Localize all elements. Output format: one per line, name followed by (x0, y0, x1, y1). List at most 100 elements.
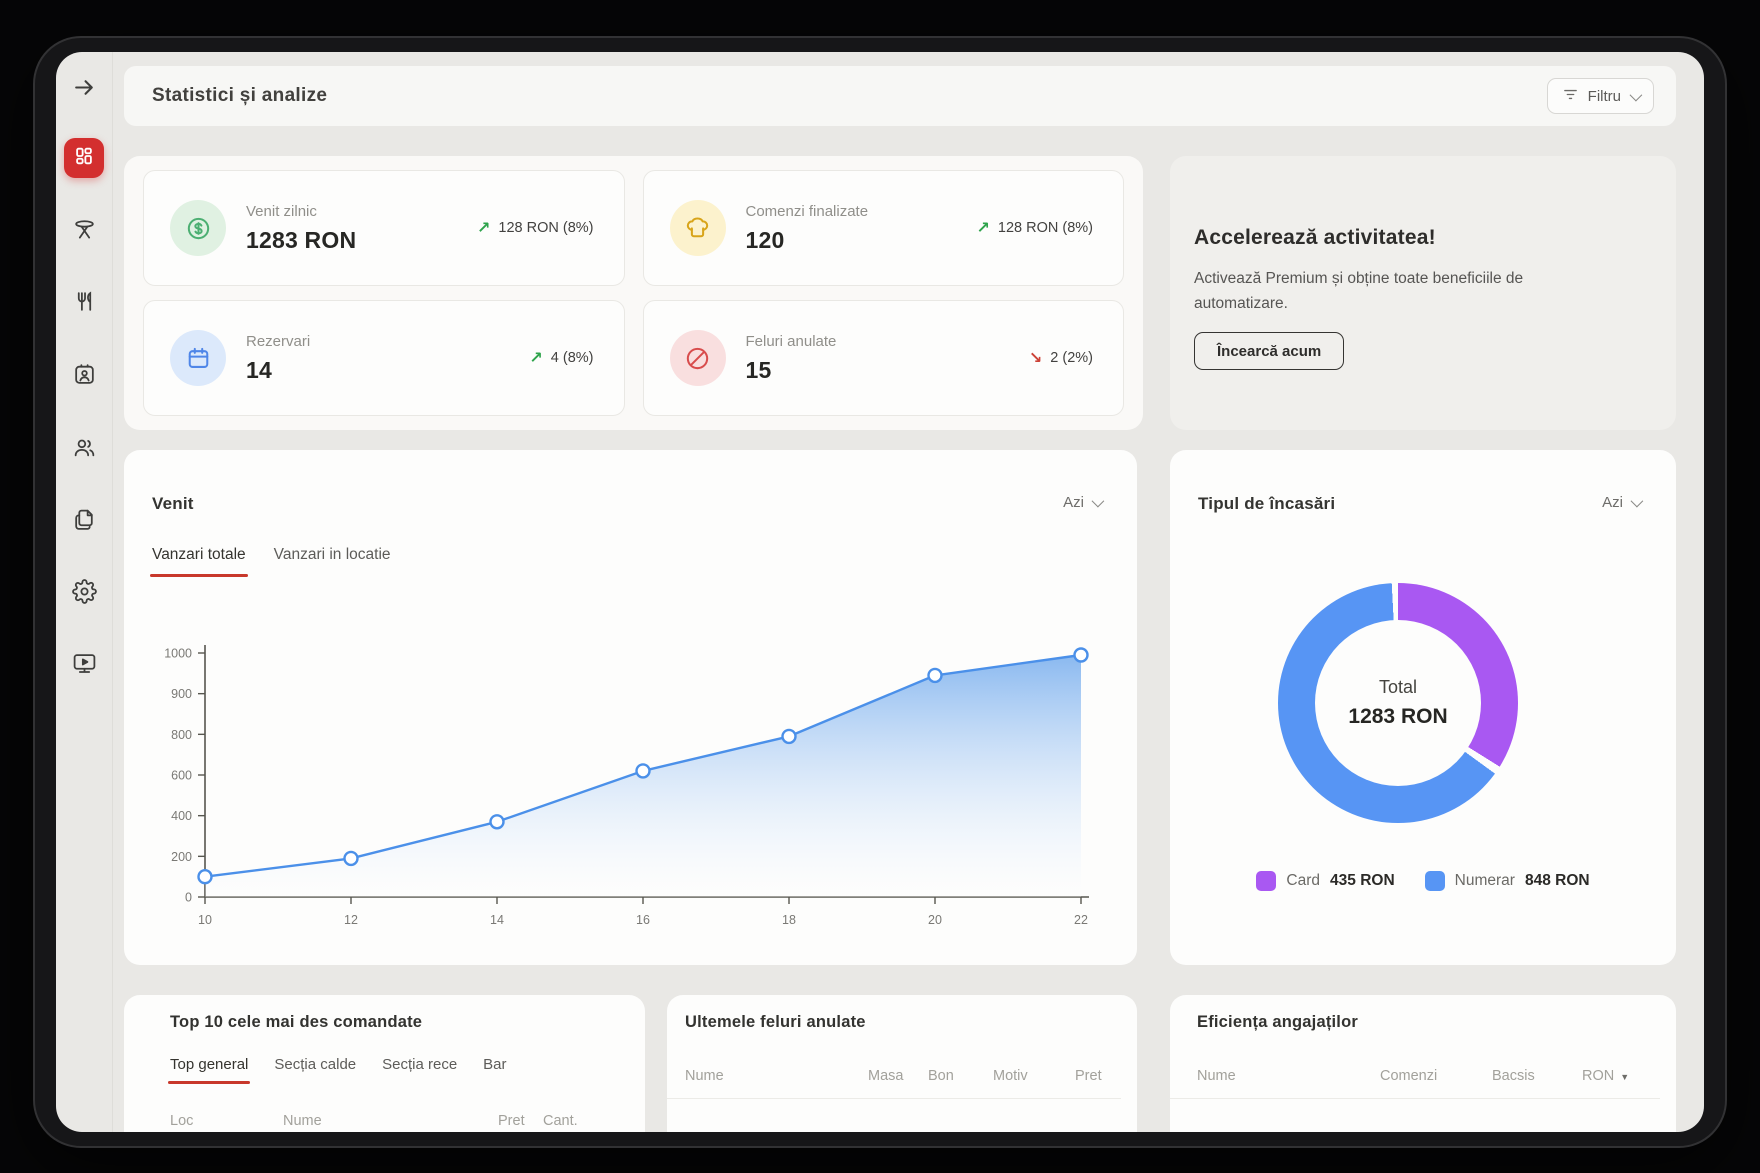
column-header: Masa (868, 1068, 928, 1084)
stat-label: Comenzi finalizate (746, 203, 869, 220)
sidebar-item-documents[interactable] (69, 507, 99, 537)
svg-text:12: 12 (344, 913, 358, 927)
chevron-down-icon (1092, 495, 1105, 508)
stat-delta: ↘ 2 (2%) (1029, 348, 1093, 368)
stats-panel: Venit zilnic 1283 RON ↗ 128 RON (8%) Com… (124, 156, 1143, 430)
trend-up-icon: ↗ (529, 348, 542, 368)
revenue-period-dropdown[interactable]: Azi (1063, 494, 1101, 511)
promo-title: Accelerează activitatea! (1194, 226, 1652, 250)
tab-sectia-calde[interactable]: Secția calde (274, 1056, 356, 1073)
sidebar-item-contacts[interactable] (69, 362, 99, 392)
legend-item-numerar: Numerar 848 RON (1425, 871, 1590, 891)
sidebar (56, 52, 113, 1132)
stat-value: 15 (746, 357, 837, 384)
payment-types-card: Tipul de încasări Azi Total 1283 RON Car… (1170, 450, 1676, 965)
svg-text:600: 600 (171, 769, 192, 783)
card-swatch (1256, 871, 1276, 891)
dashboard-grid-icon (73, 145, 95, 172)
legend-label: Numerar (1455, 872, 1515, 890)
column-header: Nume (1197, 1068, 1380, 1084)
cancelled-table-header: Nume Masa Bon Motiv Pret (667, 1068, 1121, 1099)
stat-delta: ↗ 4 (8%) (529, 348, 593, 368)
tab-top-general[interactable]: Top general (170, 1056, 248, 1073)
employee-efficiency-card: Eficiența angajaților Nume Comenzi Bacsi… (1170, 995, 1676, 1132)
donut-legend: Card 435 RON Numerar 848 RON (1170, 871, 1676, 891)
svg-text:0: 0 (185, 891, 192, 905)
video-tutorial-icon (72, 651, 97, 681)
column-header: Nume (283, 1113, 498, 1129)
efficiency-title: Eficiența angajaților (1170, 995, 1676, 1032)
stat-delta-text: 128 RON (8%) (998, 220, 1093, 236)
tab-total-sales[interactable]: Vanzari totale (152, 546, 246, 564)
legend-value: 435 RON (1330, 872, 1395, 890)
table-stool-icon (72, 217, 97, 247)
column-header: Pret (1075, 1068, 1121, 1084)
screenshot-stage: Statistici și analize Filtru Venit zilni… (0, 0, 1760, 1173)
expand-sidebar-button[interactable] (69, 75, 99, 105)
filter-funnel-icon (1562, 86, 1579, 107)
column-header-sortable[interactable]: RON ▼ (1582, 1068, 1660, 1084)
try-now-button[interactable]: Încearcă acum (1194, 332, 1344, 370)
payments-period-dropdown[interactable]: Azi (1602, 494, 1640, 511)
filter-button[interactable]: Filtru (1547, 78, 1654, 114)
donut-center: Total 1283 RON (1315, 620, 1481, 786)
svg-text:900: 900 (171, 687, 192, 701)
dollar-circle-icon (170, 200, 226, 256)
sidebar-item-dashboard[interactable] (64, 138, 104, 178)
cancelled-title: Ultemele feluri anulate (667, 995, 1137, 1032)
revenue-chart-card: Venit Azi Vanzari totale Vanzari in loca… (124, 450, 1137, 965)
trend-up-icon: ↗ (977, 218, 990, 238)
svg-text:800: 800 (171, 728, 192, 742)
sidebar-item-menu[interactable] (69, 289, 99, 319)
svg-text:10: 10 (198, 913, 212, 927)
top-orders-card: Top 10 cele mai des comandate Top genera… (124, 995, 645, 1132)
chevron-down-icon (1630, 88, 1643, 101)
stat-card-cancelled-dishes: Feluri anulate 15 ↘ 2 (2%) (643, 300, 1125, 416)
promo-body: Activează Premium și obține toate benefi… (1194, 266, 1562, 316)
donut-total-label: Total (1379, 677, 1417, 698)
period-value: Azi (1063, 494, 1084, 511)
legend-value: 848 RON (1525, 872, 1590, 890)
column-header: RON (1582, 1068, 1614, 1084)
svg-text:18: 18 (782, 913, 796, 927)
contact-badge-icon (72, 362, 97, 392)
people-icon (72, 435, 97, 465)
revenue-line-chart: 0200400600800900100010121416182022 (124, 600, 1137, 945)
sidebar-item-settings[interactable] (69, 579, 99, 609)
tab-location-sales[interactable]: Vanzari in locatie (274, 546, 391, 564)
stat-delta-text: 4 (8%) (551, 350, 594, 366)
column-header: Bacsis (1492, 1068, 1582, 1084)
arrow-right-icon (72, 75, 97, 105)
top-orders-tabs: Top general Secția calde Secția rece Bar (124, 1056, 645, 1073)
legend-label: Card (1286, 872, 1320, 890)
tab-sectia-rece[interactable]: Secția rece (382, 1056, 457, 1073)
column-header: Motiv (993, 1068, 1075, 1084)
revenue-tabs: Vanzari totale Vanzari in locatie (124, 546, 1137, 564)
svg-text:400: 400 (171, 809, 192, 823)
sidebar-item-tables[interactable] (69, 217, 99, 247)
top-orders-title: Top 10 cele mai des comandate (124, 995, 645, 1032)
stat-value: 120 (746, 227, 869, 254)
chef-hat-icon (670, 200, 726, 256)
sidebar-item-staff[interactable] (69, 435, 99, 465)
efficiency-table-header: Nume Comenzi Bacsis RON ▼ (1170, 1068, 1660, 1099)
stat-delta-text: 128 RON (8%) (498, 220, 593, 236)
tab-bar[interactable]: Bar (483, 1056, 506, 1073)
stat-delta-text: 2 (2%) (1050, 350, 1093, 366)
stat-value: 1283 RON (246, 227, 356, 254)
documents-icon (72, 507, 97, 537)
filter-button-label: Filtru (1588, 88, 1621, 105)
cancel-circle-icon (670, 330, 726, 386)
top-orders-table-header: Loc Nume Pret Cant. (124, 1113, 645, 1129)
stat-card-completed-orders: Comenzi finalizate 120 ↗ 128 RON (8%) (643, 170, 1125, 286)
trend-down-icon: ↘ (1029, 348, 1042, 368)
period-value: Azi (1602, 494, 1623, 511)
sort-caret-icon: ▼ (1620, 1072, 1629, 1082)
svg-text:1000: 1000 (164, 647, 192, 661)
column-header: Comenzi (1380, 1068, 1492, 1084)
stat-delta: ↗ 128 RON (8%) (477, 218, 594, 238)
column-header: Pret (498, 1113, 543, 1129)
sidebar-item-tutorials[interactable] (69, 651, 99, 681)
svg-text:14: 14 (490, 913, 504, 927)
stat-label: Rezervari (246, 333, 310, 350)
